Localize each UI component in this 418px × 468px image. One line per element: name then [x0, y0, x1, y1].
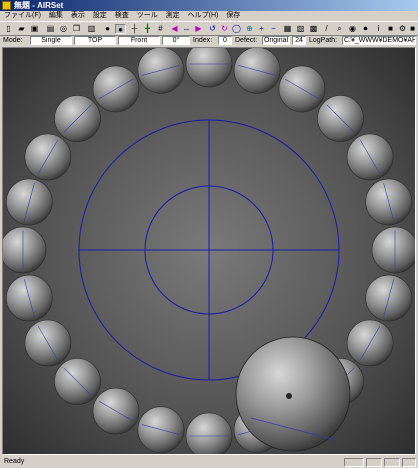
status-cell-1	[344, 458, 364, 467]
menu-measure[interactable]: 測定	[166, 11, 180, 21]
defect-number-field[interactable]: 24	[292, 36, 306, 45]
app-window: 無題 - AIRSet ファイル(F) 編集 表示 設定 検査 ツール 測定 ヘ…	[0, 0, 418, 468]
hash-grid-icon[interactable]: #	[155, 24, 166, 34]
wafer-view	[3, 48, 415, 454]
index-label: Index:	[193, 37, 213, 44]
inspection-canvas[interactable]	[2, 47, 416, 455]
sample-sphere[interactable]	[371, 226, 415, 274]
sample-sphere[interactable]	[3, 226, 47, 274]
window-title: 無題 - AIRSet	[14, 1, 64, 10]
side-select[interactable]: Front	[118, 36, 160, 45]
status-bar: Ready	[0, 456, 418, 468]
menu-file[interactable]: ファイル(F)	[4, 11, 41, 21]
pen-icon[interactable]: /	[321, 24, 332, 34]
record-icon[interactable]: ⏺	[360, 24, 371, 34]
title-bar: 無題 - AIRSet	[0, 0, 418, 11]
status-cell-4	[402, 458, 416, 467]
open-folder-icon[interactable]: ▰	[16, 24, 27, 34]
menu-bar: ファイル(F) 編集 表示 設定 検査 ツール 測定 ヘルプ(H) 保存	[0, 11, 418, 21]
circle-outline-icon[interactable]: ◯	[231, 24, 242, 34]
move-right-icon[interactable]: ▶	[193, 24, 204, 34]
logpath-field[interactable]: C:¥_WWW¥DEMO¥AHE¥Tool2004¥DEMO	[342, 36, 416, 45]
rotate-ccw-icon[interactable]: ↺	[207, 24, 218, 34]
add-icon[interactable]: +	[256, 24, 267, 34]
magnified-sphere[interactable]	[235, 336, 351, 452]
menu-view[interactable]: 表示	[71, 11, 85, 21]
grid-cross-icon[interactable]: ╋	[142, 24, 153, 34]
stop-icon[interactable]: ■	[385, 24, 396, 34]
logpath-label: LogPath:	[309, 37, 338, 44]
menu-save[interactable]: 保存	[226, 11, 240, 21]
defect-marker	[286, 393, 292, 399]
save-icon[interactable]: ▣	[29, 24, 40, 34]
defect-select[interactable]: Original	[262, 36, 290, 45]
magnified-sample[interactable]	[235, 336, 351, 452]
sample-sphere[interactable]	[185, 412, 233, 454]
toolbar: ▯ ▰ ▣ ▤ ◎ ❐ ▥ ● ● ┼ ╋ # ◀ ↔ ▶ ↺ ↻ ◯ ⊕ + …	[0, 21, 418, 36]
menu-inspect[interactable]: 検査	[115, 11, 129, 21]
camera-icon[interactable]: ◉	[347, 24, 358, 34]
paste-icon[interactable]: ▥	[86, 24, 97, 34]
mode-select[interactable]: Single	[30, 36, 72, 45]
status-cell-2	[366, 458, 382, 467]
info-icon[interactable]: ⅰ	[373, 24, 384, 34]
menu-settings[interactable]: 設定	[93, 11, 107, 21]
angle-field[interactable]: 0°	[162, 36, 190, 45]
print-icon[interactable]: ▤	[45, 24, 56, 34]
stop-square-icon[interactable]: ■	[407, 24, 418, 34]
sample-sphere[interactable]	[137, 48, 185, 94]
app-icon	[2, 1, 11, 10]
status-cell-3	[384, 458, 400, 467]
move-horizontal-icon[interactable]: ↔	[181, 24, 192, 34]
sample-sphere[interactable]	[185, 48, 233, 88]
zoom-icon[interactable]: ◎	[58, 24, 69, 34]
search-icon[interactable]: ⌕	[334, 24, 345, 34]
new-file-icon[interactable]: ▯	[3, 24, 14, 34]
index-field[interactable]: 0	[218, 36, 232, 45]
menu-edit[interactable]: 編集	[49, 11, 63, 21]
rotate-cw-icon[interactable]: ↻	[219, 24, 230, 34]
status-text: Ready	[4, 458, 25, 465]
subtract-icon[interactable]: −	[268, 24, 279, 34]
chart-icon[interactable]: ▧	[295, 24, 306, 34]
table-icon[interactable]: ▦	[282, 24, 293, 34]
move-left-icon[interactable]: ◀	[169, 24, 180, 34]
crosshair-icon[interactable]: ┼	[129, 24, 140, 34]
menu-help[interactable]: ヘルプ(H)	[188, 11, 219, 21]
menu-tools[interactable]: ツール	[137, 11, 158, 21]
parameter-row: Mode: Single TOP Front 0° Index: 0 Defec…	[0, 36, 418, 46]
view-select[interactable]: TOP	[74, 36, 116, 45]
copy-icon[interactable]: ❐	[71, 24, 82, 34]
grid-view-icon[interactable]: ▩	[308, 24, 319, 34]
defect-label: Defect:	[235, 37, 258, 44]
mode-label: Mode:	[3, 37, 23, 44]
record-dot-icon[interactable]: ●	[102, 24, 113, 34]
target-circle-icon[interactable]: ⊕	[244, 24, 255, 34]
sample-sphere[interactable]	[233, 48, 281, 94]
record-dot-pressed-icon[interactable]: ●	[115, 24, 126, 34]
